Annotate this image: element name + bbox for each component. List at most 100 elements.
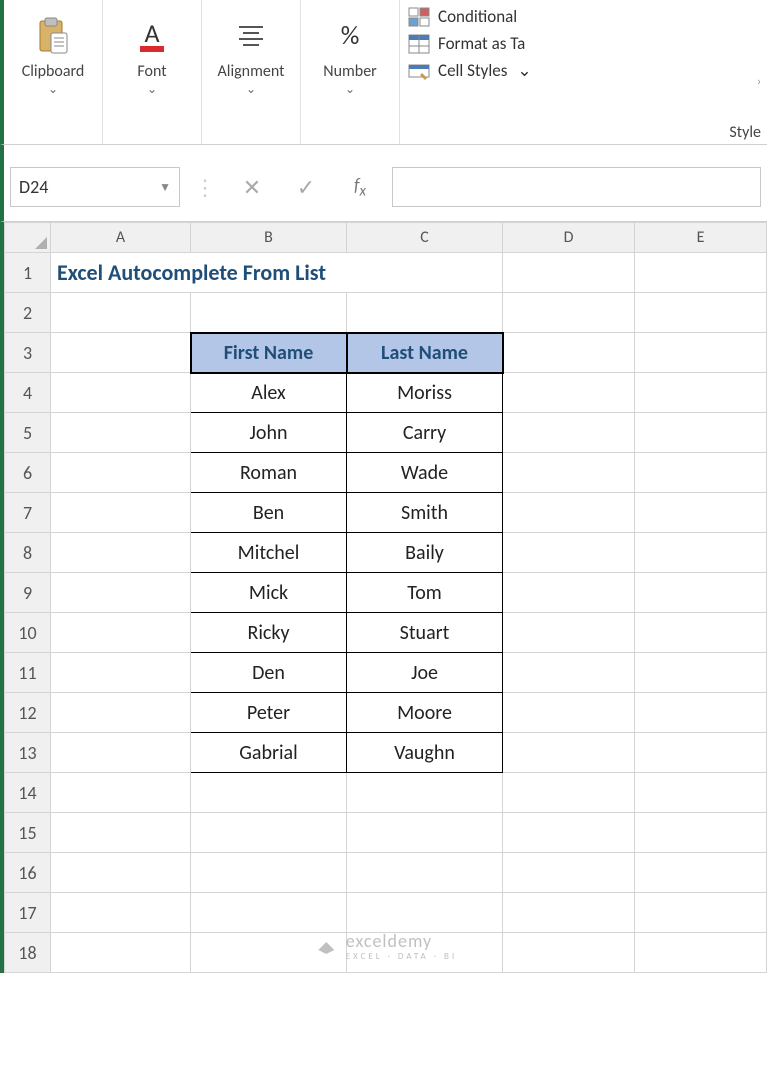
cell[interactable]	[503, 813, 635, 853]
table-row[interactable]: Vaughn	[347, 733, 503, 773]
cell-styles-button[interactable]: Cell Styles ⌄	[408, 60, 759, 81]
column-header[interactable]: E	[635, 223, 767, 253]
table-row[interactable]: Alex	[191, 373, 347, 413]
column-header[interactable]: A	[51, 223, 191, 253]
cell[interactable]	[635, 813, 767, 853]
cell[interactable]	[635, 373, 767, 413]
name-box[interactable]: D24 ▼	[10, 167, 180, 207]
cell[interactable]	[51, 613, 191, 653]
table-row[interactable]: Moriss	[347, 373, 503, 413]
column-header[interactable]: B	[191, 223, 347, 253]
cell[interactable]	[191, 933, 347, 973]
table-header-first[interactable]: First Name	[191, 333, 347, 373]
table-row[interactable]: Gabrial	[191, 733, 347, 773]
cell[interactable]	[51, 333, 191, 373]
cell[interactable]	[503, 733, 635, 773]
cell[interactable]	[635, 333, 767, 373]
table-row[interactable]: Baily	[347, 533, 503, 573]
cell[interactable]	[635, 413, 767, 453]
cell[interactable]	[51, 733, 191, 773]
table-row[interactable]: Peter	[191, 693, 347, 733]
cell[interactable]	[191, 773, 347, 813]
cell[interactable]	[503, 493, 635, 533]
cell[interactable]	[635, 893, 767, 933]
cell[interactable]	[503, 373, 635, 413]
row-header[interactable]: 5	[5, 413, 51, 453]
table-row[interactable]: Wade	[347, 453, 503, 493]
cell[interactable]	[503, 533, 635, 573]
row-header[interactable]: 9	[5, 573, 51, 613]
cell[interactable]	[51, 533, 191, 573]
cell[interactable]	[503, 253, 635, 293]
cell[interactable]	[347, 933, 503, 973]
row-header[interactable]: 15	[5, 813, 51, 853]
row-header[interactable]: 12	[5, 693, 51, 733]
cell[interactable]	[635, 573, 767, 613]
row-header[interactable]: 16	[5, 853, 51, 893]
cell[interactable]	[635, 253, 767, 293]
cell[interactable]	[347, 813, 503, 853]
cell[interactable]	[503, 933, 635, 973]
enter-formula-button[interactable]: ✓	[284, 167, 328, 207]
cell[interactable]	[51, 373, 191, 413]
cell[interactable]	[51, 893, 191, 933]
cell[interactable]	[635, 533, 767, 573]
cell[interactable]	[51, 773, 191, 813]
cell[interactable]	[51, 293, 191, 333]
cell[interactable]	[51, 493, 191, 533]
cell[interactable]	[635, 773, 767, 813]
table-row[interactable]: Ricky	[191, 613, 347, 653]
cell[interactable]	[51, 453, 191, 493]
format-as-table-button[interactable]: Format as Ta	[408, 33, 759, 54]
font-button[interactable]: A Font ⌄	[113, 4, 191, 104]
row-header[interactable]: 13	[5, 733, 51, 773]
column-header[interactable]: D	[503, 223, 635, 253]
cell[interactable]	[503, 773, 635, 813]
cell[interactable]	[635, 493, 767, 533]
cell[interactable]	[51, 853, 191, 893]
cell[interactable]	[503, 613, 635, 653]
row-header[interactable]: 6	[5, 453, 51, 493]
cell[interactable]	[51, 413, 191, 453]
cell[interactable]	[191, 813, 347, 853]
row-header[interactable]: 11	[5, 653, 51, 693]
table-row[interactable]: Mitchel	[191, 533, 347, 573]
number-button[interactable]: % Number ⌄	[311, 4, 389, 104]
table-row[interactable]: John	[191, 413, 347, 453]
table-row[interactable]: Moore	[347, 693, 503, 733]
cell[interactable]	[635, 293, 767, 333]
cell[interactable]	[503, 653, 635, 693]
cell[interactable]	[635, 653, 767, 693]
table-row[interactable]: Tom	[347, 573, 503, 613]
cell[interactable]	[503, 893, 635, 933]
row-header[interactable]: 8	[5, 533, 51, 573]
cell[interactable]	[347, 853, 503, 893]
ribbon-expand-button[interactable]: ›	[751, 62, 767, 102]
cell[interactable]	[635, 693, 767, 733]
row-header[interactable]: 17	[5, 893, 51, 933]
cell[interactable]	[503, 453, 635, 493]
dropdown-icon[interactable]: ▼	[159, 180, 171, 195]
select-all-corner[interactable]	[5, 223, 51, 253]
cell[interactable]	[503, 333, 635, 373]
cell[interactable]	[635, 733, 767, 773]
conditional-formatting-button[interactable]: Conditional	[408, 6, 759, 27]
row-header[interactable]: 18	[5, 933, 51, 973]
cell[interactable]	[347, 893, 503, 933]
row-header[interactable]: 7	[5, 493, 51, 533]
cell[interactable]	[503, 853, 635, 893]
cell[interactable]	[191, 853, 347, 893]
clipboard-button[interactable]: Clipboard ⌄	[14, 4, 92, 104]
cancel-formula-button[interactable]: ✕	[230, 167, 274, 207]
alignment-button[interactable]: Alignment ⌄	[212, 4, 290, 104]
cell[interactable]	[51, 573, 191, 613]
cell[interactable]	[503, 693, 635, 733]
row-header[interactable]: 14	[5, 773, 51, 813]
table-row[interactable]: Roman	[191, 453, 347, 493]
table-header-last[interactable]: Last Name	[347, 333, 503, 373]
cell[interactable]	[503, 293, 635, 333]
cell[interactable]	[635, 933, 767, 973]
cell[interactable]	[503, 573, 635, 613]
cell[interactable]	[191, 293, 347, 333]
table-row[interactable]: Carry	[347, 413, 503, 453]
